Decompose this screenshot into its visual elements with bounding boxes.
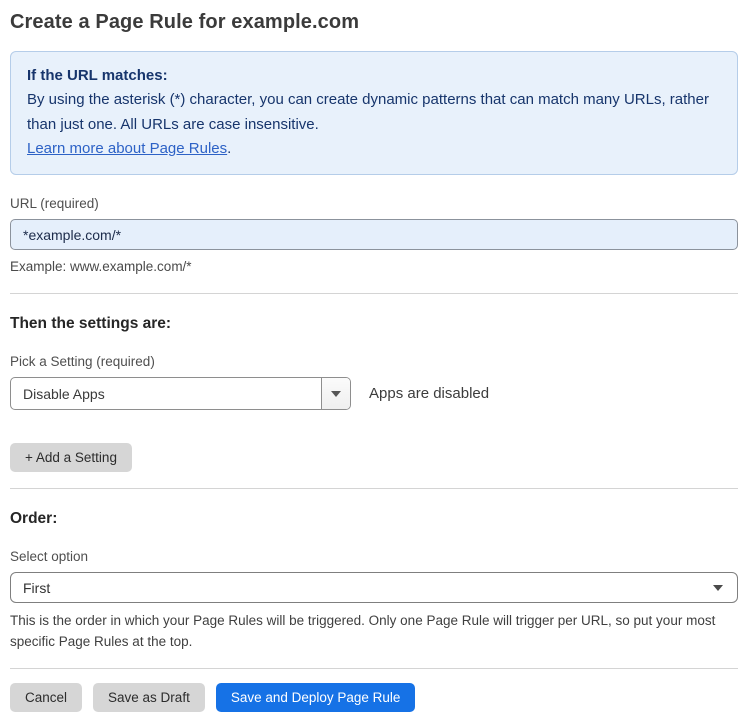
setting-status-text: Apps are disabled	[369, 385, 490, 403]
create-page-rule-form: Create a Page Rule for example.com If th…	[0, 0, 750, 712]
learn-more-link[interactable]: Learn more about Page Rules	[27, 140, 227, 157]
caret-down-icon	[713, 584, 723, 591]
page-title: Create a Page Rule for example.com	[10, 11, 360, 33]
setting-picker-label: Pick a Setting (required)	[10, 354, 155, 370]
save-as-draft-button[interactable]: Save as Draft	[93, 682, 205, 712]
url-field-helper: Example: www.example.com/*	[10, 259, 192, 275]
order-helper-text: This is the order in which your Page Rul…	[10, 613, 716, 649]
order-select-label: Select option	[10, 549, 89, 565]
url-input[interactable]	[10, 219, 738, 251]
cancel-button[interactable]: Cancel	[10, 682, 83, 712]
divider	[10, 293, 738, 295]
order-select[interactable]: First	[10, 572, 738, 604]
footer-actions: Cancel Save as Draft Save and Deploy Pag…	[10, 682, 738, 712]
divider	[10, 667, 738, 669]
info-box-link-line: Learn more about Page Rules.	[27, 137, 721, 161]
settings-section-heading: Then the settings are:	[10, 315, 172, 333]
add-setting-button[interactable]: + Add a Setting	[10, 443, 132, 473]
divider	[10, 488, 738, 490]
setting-dropdown-value: Disable Apps	[23, 385, 105, 402]
setting-row: Disable Apps Apps are disabled	[10, 377, 738, 411]
link-suffix: .	[227, 139, 232, 157]
order-select-value: First	[23, 579, 51, 596]
info-box-body: By using the asterisk (*) character, you…	[27, 91, 709, 133]
url-match-info-box: If the URL matches: By using the asteris…	[10, 51, 738, 176]
setting-dropdown-arrow-button[interactable]	[321, 378, 350, 410]
setting-dropdown[interactable]: Disable Apps	[10, 377, 351, 411]
url-field-label: URL (required)	[10, 196, 99, 212]
order-section-heading: Order:	[10, 510, 58, 528]
save-and-deploy-button[interactable]: Save and Deploy Page Rule	[215, 682, 416, 712]
info-box-heading: If the URL matches:	[27, 67, 168, 84]
caret-down-icon	[331, 390, 341, 397]
